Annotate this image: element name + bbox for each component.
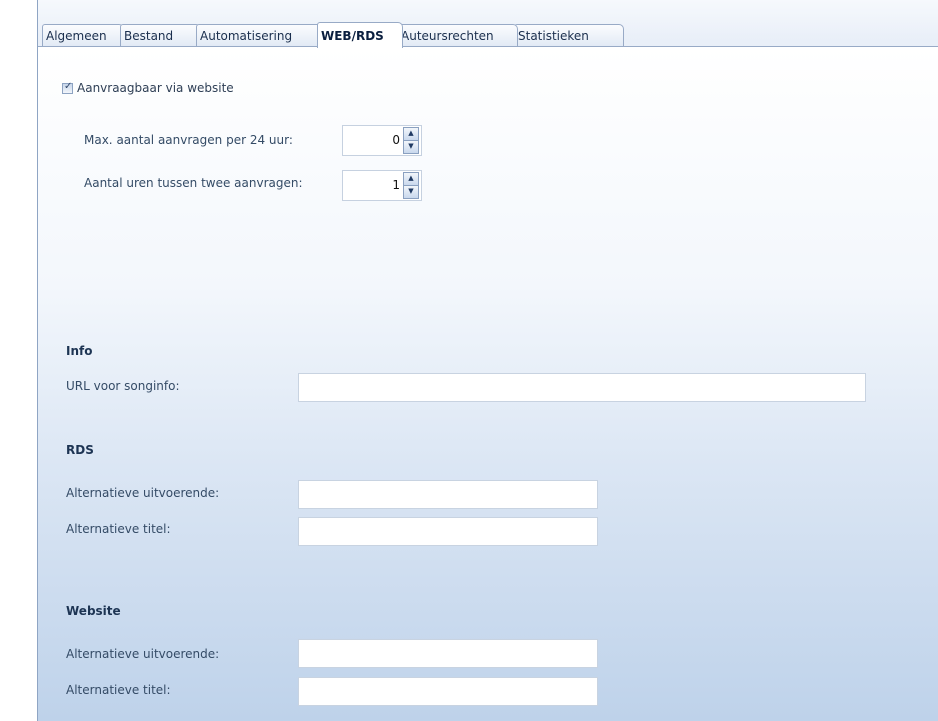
- tab-bestand[interactable]: Bestand: [120, 24, 201, 46]
- spin-up-icon[interactable]: ▲: [403, 127, 419, 141]
- tab-page-web-rds: ✓ Aanvraagbaar via website Max. aantal a…: [38, 47, 938, 721]
- max-requests-spin-buttons: ▲ ▼: [403, 127, 419, 154]
- hours-between-spin-buttons: ▲ ▼: [403, 172, 419, 199]
- tab-automatisering[interactable]: Automatisering: [196, 24, 322, 46]
- rds-title-label: Alternatieve titel:: [66, 522, 171, 536]
- max-requests-stepper[interactable]: 0 ▲ ▼: [342, 125, 422, 156]
- tab-algemeen[interactable]: Algemeen: [42, 24, 124, 46]
- max-requests-label: Max. aantal aanvragen per 24 uur:: [84, 133, 293, 147]
- song-info-url-label: URL voor songinfo:: [66, 379, 180, 393]
- check-icon: ✓: [64, 80, 73, 92]
- rds-section-title: RDS: [66, 443, 94, 457]
- spin-down-icon[interactable]: ▼: [403, 186, 419, 199]
- max-requests-value[interactable]: 0: [392, 133, 400, 147]
- hours-between-label: Aantal uren tussen twee aanvragen:: [84, 176, 303, 190]
- spin-up-icon[interactable]: ▲: [403, 172, 419, 186]
- rds-title-field[interactable]: [298, 517, 598, 546]
- song-properties-panel: Algemeen Bestand Automatisering WEB/RDS …: [37, 0, 938, 721]
- rds-artist-label: Alternatieve uitvoerende:: [66, 486, 220, 500]
- spin-down-icon[interactable]: ▼: [403, 141, 419, 154]
- tab-statistieken[interactable]: Statistieken: [514, 24, 624, 46]
- song-info-url-field[interactable]: [298, 373, 866, 402]
- website-artist-field[interactable]: [298, 639, 598, 668]
- requestable-checkbox[interactable]: ✓: [62, 80, 73, 94]
- requestable-label: Aanvraagbaar via website: [77, 81, 234, 95]
- website-section-title: Website: [66, 604, 121, 618]
- website-title-field[interactable]: [298, 677, 598, 706]
- tab-strip: Algemeen Bestand Automatisering WEB/RDS …: [38, 0, 938, 52]
- website-title-label: Alternatieve titel:: [66, 683, 171, 697]
- tab-auteursrechten[interactable]: Auteursrechten: [397, 24, 518, 46]
- website-artist-label: Alternatieve uitvoerende:: [66, 647, 220, 661]
- hours-between-value[interactable]: 1: [392, 178, 400, 192]
- requestable-checkbox-row[interactable]: ✓ Aanvraagbaar via website: [62, 81, 234, 95]
- info-section-title: Info: [66, 344, 93, 358]
- hours-between-stepper[interactable]: 1 ▲ ▼: [342, 170, 422, 201]
- rds-artist-field[interactable]: [298, 480, 598, 509]
- tab-web-rds[interactable]: WEB/RDS: [317, 22, 403, 48]
